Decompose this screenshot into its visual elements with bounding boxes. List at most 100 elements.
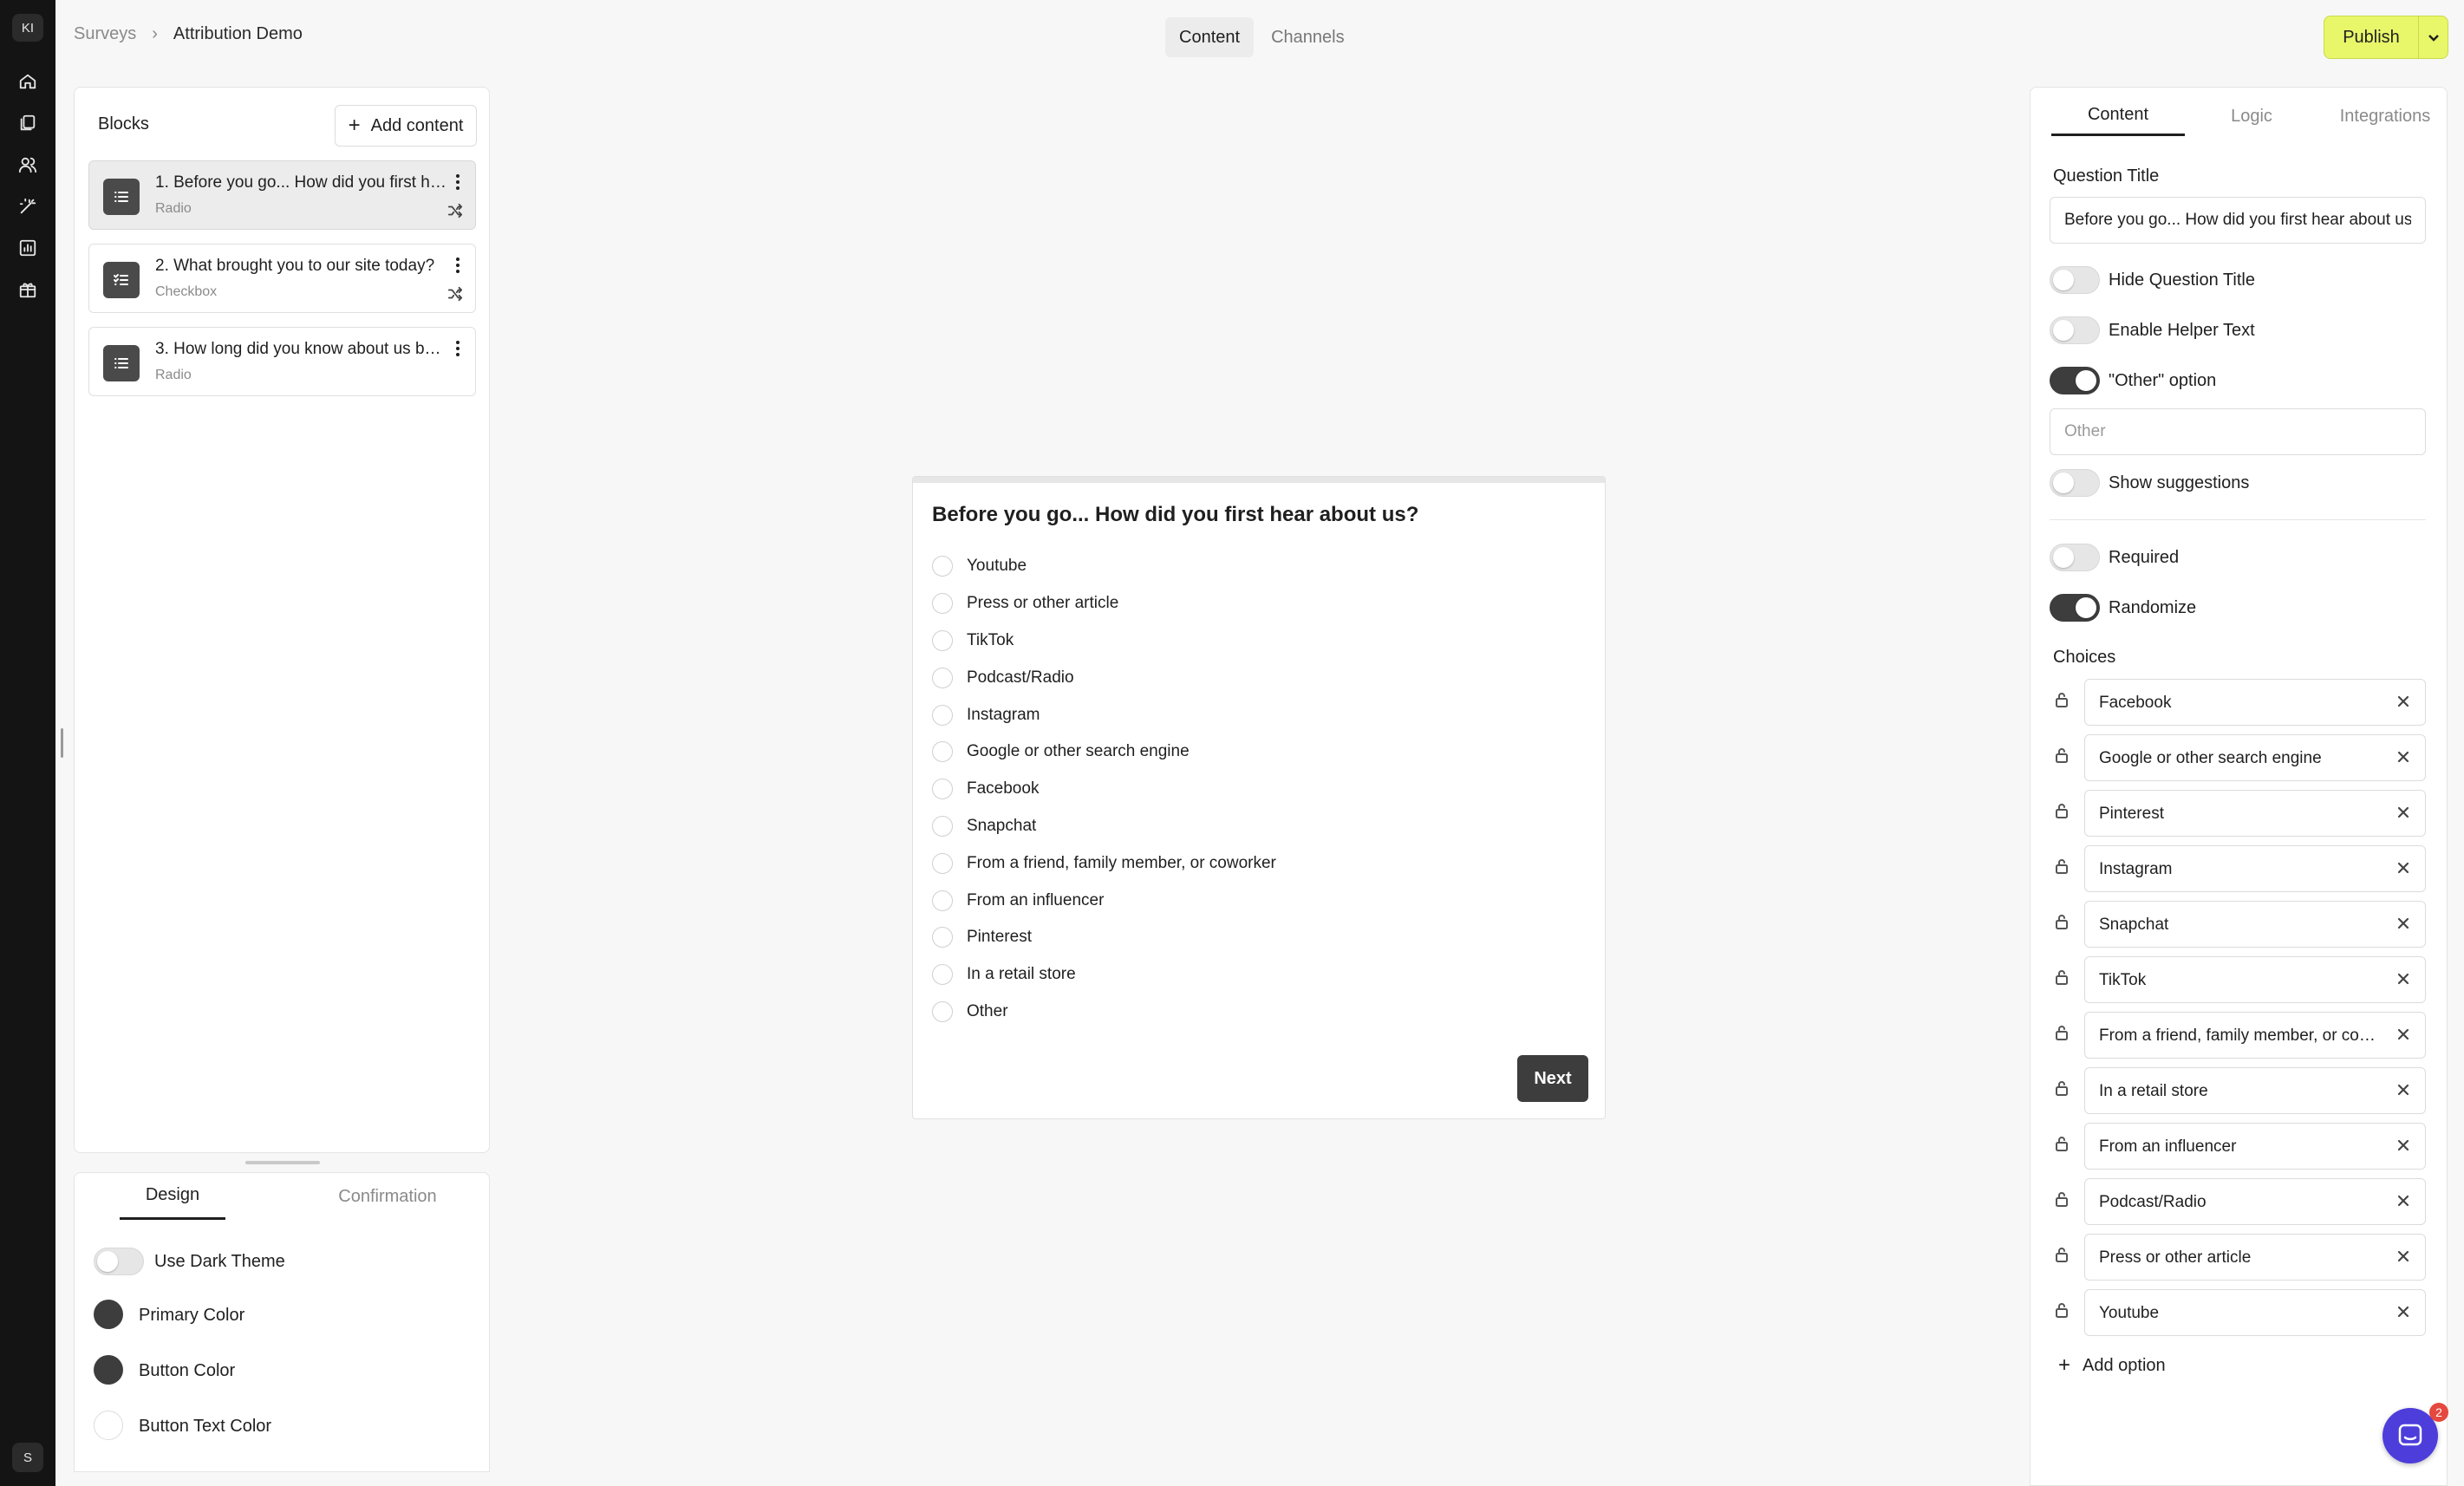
breadcrumb-surveys-link[interactable]: Surveys xyxy=(74,24,136,44)
remove-choice-icon[interactable] xyxy=(2396,1082,2413,1099)
button-color-swatch[interactable] xyxy=(94,1355,123,1385)
block-item-3[interactable]: 3. How long did you know about us before… xyxy=(88,327,476,396)
unlock-icon[interactable] xyxy=(2053,1135,2072,1154)
more-options-icon[interactable] xyxy=(451,338,465,359)
user-avatar[interactable]: S xyxy=(12,1443,43,1472)
choice-item[interactable]: Instagram xyxy=(2084,845,2426,892)
radio-option[interactable]: Pinterest xyxy=(932,919,1276,956)
remove-choice-icon[interactable] xyxy=(2396,1304,2413,1321)
radio-option[interactable]: Instagram xyxy=(932,696,1276,733)
radio-button[interactable] xyxy=(932,593,953,615)
sidebar-resize-handle[interactable] xyxy=(61,728,63,758)
unlock-icon[interactable] xyxy=(2053,1079,2072,1098)
unlock-icon[interactable] xyxy=(2053,691,2072,710)
primary-color-swatch[interactable] xyxy=(94,1300,123,1329)
radio-button[interactable] xyxy=(932,704,953,726)
radio-option[interactable]: Snapchat xyxy=(932,808,1276,845)
randomize-toggle[interactable] xyxy=(2050,594,2100,622)
remove-choice-icon[interactable] xyxy=(2396,749,2413,766)
magic-wand-icon[interactable] xyxy=(14,192,42,220)
other-option-toggle[interactable] xyxy=(2050,367,2100,394)
button-text-color-swatch[interactable] xyxy=(94,1411,123,1440)
publish-button[interactable]: Publish xyxy=(2324,28,2418,48)
radio-button[interactable] xyxy=(932,741,953,763)
radio-button[interactable] xyxy=(932,1000,953,1022)
radio-option[interactable]: TikTok xyxy=(932,622,1276,660)
radio-button[interactable] xyxy=(932,629,953,651)
helper-text-toggle[interactable] xyxy=(2050,316,2100,344)
unlock-icon[interactable] xyxy=(2053,1301,2072,1320)
unlock-icon[interactable] xyxy=(2053,857,2072,877)
dark-theme-toggle[interactable] xyxy=(94,1248,144,1275)
radio-option[interactable]: Youtube xyxy=(932,548,1276,585)
radio-button[interactable] xyxy=(932,667,953,688)
radio-option[interactable]: Facebook xyxy=(932,771,1276,808)
unlock-icon[interactable] xyxy=(2053,1246,2072,1265)
remove-choice-icon[interactable] xyxy=(2396,860,2413,877)
remove-choice-icon[interactable] xyxy=(2396,971,2413,988)
radio-button[interactable] xyxy=(932,927,953,948)
radio-button[interactable] xyxy=(932,815,953,837)
radio-option[interactable]: Press or other article xyxy=(932,585,1276,622)
add-option-button[interactable]: + Add option xyxy=(2058,1355,2166,1376)
radio-button[interactable] xyxy=(932,852,953,874)
tab-logic[interactable]: Logic xyxy=(2185,96,2318,136)
remove-choice-icon[interactable] xyxy=(2396,1137,2413,1155)
choice-item[interactable]: Pinterest xyxy=(2084,790,2426,837)
unlock-icon[interactable] xyxy=(2053,1024,2072,1043)
next-button[interactable]: Next xyxy=(1517,1055,1588,1102)
radio-button[interactable] xyxy=(932,779,953,800)
contacts-icon[interactable] xyxy=(14,151,42,179)
radio-option[interactable]: From a friend, family member, or coworke… xyxy=(932,844,1276,882)
workspace-avatar[interactable]: KI xyxy=(12,14,43,42)
analytics-icon[interactable] xyxy=(14,234,42,262)
more-options-icon[interactable] xyxy=(451,255,465,276)
choice-item[interactable]: From an influencer xyxy=(2084,1123,2426,1170)
unlock-icon[interactable] xyxy=(2053,1190,2072,1209)
gift-icon[interactable] xyxy=(14,276,42,303)
radio-button[interactable] xyxy=(932,890,953,911)
remove-choice-icon[interactable] xyxy=(2396,1248,2413,1266)
unlock-icon[interactable] xyxy=(2053,746,2072,766)
radio-option[interactable]: From an influencer xyxy=(932,882,1276,919)
choice-item[interactable]: Google or other search engine xyxy=(2084,734,2426,781)
show-suggestions-toggle[interactable] xyxy=(2050,469,2100,497)
remove-choice-icon[interactable] xyxy=(2396,694,2413,711)
hide-title-toggle[interactable] xyxy=(2050,266,2100,294)
required-toggle[interactable] xyxy=(2050,544,2100,571)
radio-option[interactable]: Google or other search engine xyxy=(932,733,1276,771)
tab-design[interactable]: Design xyxy=(120,1173,225,1220)
remove-choice-icon[interactable] xyxy=(2396,1193,2413,1210)
unlock-icon[interactable] xyxy=(2053,802,2072,821)
tab-confirmation[interactable]: Confirmation xyxy=(323,1173,453,1220)
unlock-icon[interactable] xyxy=(2053,913,2072,932)
choice-item[interactable]: Facebook xyxy=(2084,679,2426,726)
choice-item[interactable]: Podcast/Radio xyxy=(2084,1178,2426,1225)
tab-integrations[interactable]: Integrations xyxy=(2318,96,2452,136)
radio-button[interactable] xyxy=(932,556,953,577)
choice-item[interactable]: In a retail store xyxy=(2084,1067,2426,1114)
remove-choice-icon[interactable] xyxy=(2396,916,2413,933)
radio-button[interactable] xyxy=(932,964,953,986)
block-item-2[interactable]: 2. What brought you to our site today? C… xyxy=(88,244,476,313)
choice-item[interactable]: Snapchat xyxy=(2084,901,2426,948)
other-option-input[interactable] xyxy=(2050,408,2426,455)
radio-option[interactable]: Other xyxy=(932,994,1276,1031)
surveys-icon[interactable] xyxy=(14,109,42,137)
radio-option[interactable]: In a retail store xyxy=(932,956,1276,994)
choice-item[interactable]: TikTok xyxy=(2084,956,2426,1003)
unlock-icon[interactable] xyxy=(2053,968,2072,987)
choice-item[interactable]: From a friend, family member, or coworke… xyxy=(2084,1012,2426,1059)
tab-channels[interactable]: Channels xyxy=(1257,17,1359,57)
choice-item[interactable]: Press or other article xyxy=(2084,1234,2426,1281)
more-options-icon[interactable] xyxy=(451,172,465,192)
home-icon[interactable] xyxy=(14,68,42,95)
add-content-button[interactable]: + Add content xyxy=(335,105,477,147)
block-item-1[interactable]: 1. Before you go... How did you first he… xyxy=(88,160,476,230)
remove-choice-icon[interactable] xyxy=(2396,1027,2413,1044)
tab-content[interactable]: Content xyxy=(1165,17,1255,57)
choice-item[interactable]: Youtube xyxy=(2084,1289,2426,1336)
panel-resize-handle[interactable] xyxy=(245,1161,320,1164)
question-title-input[interactable] xyxy=(2050,197,2426,244)
tab-content-settings[interactable]: Content xyxy=(2051,96,2185,136)
